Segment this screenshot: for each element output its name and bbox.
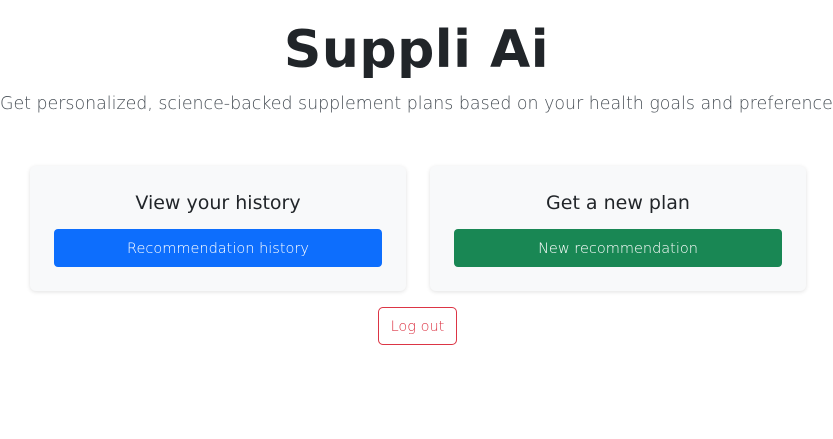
home-page: Suppli Ai Get personalized, science-back… xyxy=(0,0,833,439)
new-plan-card: Get a new plan New recommendation xyxy=(430,166,806,291)
app-subtitle: Get personalized, science-backed supplem… xyxy=(0,94,833,114)
new-plan-card-title: Get a new plan xyxy=(546,192,690,214)
logout-button[interactable]: Log out xyxy=(378,307,457,345)
history-card: View your history Recommendation history xyxy=(30,166,406,291)
app-title: Suppli Ai xyxy=(283,20,550,80)
recommendation-history-button[interactable]: Recommendation history xyxy=(54,229,382,267)
history-card-title: View your history xyxy=(135,192,301,214)
new-recommendation-button[interactable]: New recommendation xyxy=(454,229,782,267)
